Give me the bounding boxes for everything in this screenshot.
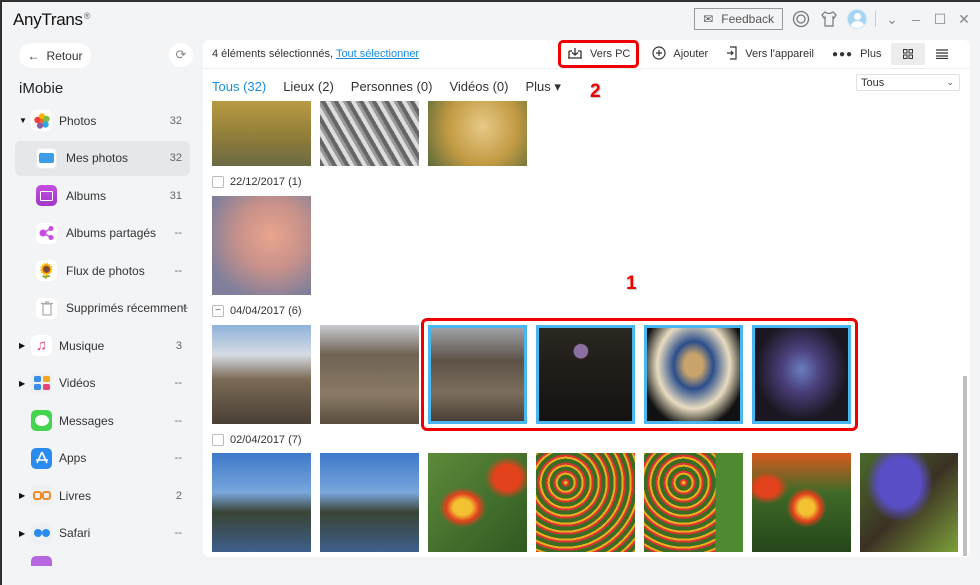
divider	[875, 11, 876, 27]
photo-stream-icon: 🌻	[36, 260, 57, 282]
photo-thumbnail[interactable]	[428, 453, 527, 552]
avatar[interactable]	[847, 9, 867, 29]
group-checkbox[interactable]: −	[212, 305, 224, 317]
tab-places[interactable]: Lieux (2)	[283, 79, 334, 95]
list-view-button[interactable]	[925, 43, 959, 65]
to-device-button[interactable]: Vers l'appareil	[717, 41, 823, 67]
sidebar-item-photos[interactable]: ▼ Photos 32	[2, 102, 202, 140]
export-to-pc-icon	[567, 47, 583, 62]
feedback-button[interactable]: ✉ Feedback	[694, 8, 783, 30]
sidebar-item-my-photos[interactable]: Mes photos 32	[2, 140, 202, 178]
expand-arrow-icon[interactable]: ▼	[19, 116, 27, 125]
date-group-header: 02/04/2017 (7)	[212, 434, 302, 446]
app-title: AnyTrans®	[13, 10, 91, 29]
sidebar-item-shared-albums[interactable]: Albums partagés --	[2, 215, 202, 253]
sidebar-item-messages[interactable]: Messages --	[2, 402, 202, 440]
podcasts-icon	[31, 556, 52, 566]
mail-icon: ✉	[703, 12, 714, 26]
sidebar-item-videos[interactable]: ▶ Vidéos --	[2, 365, 202, 403]
menu-chevron-icon[interactable]: ⌄	[884, 11, 900, 28]
toolbar: 4 éléments sélectionnés, Tout sélectionn…	[203, 40, 970, 69]
albums-icon	[36, 185, 57, 207]
sidebar-item-music[interactable]: ▶ ♫ Musique 3	[2, 327, 202, 365]
group-checkbox[interactable]	[212, 176, 224, 188]
expand-arrow-icon[interactable]: ▶	[19, 341, 25, 350]
sidebar-item-photo-stream[interactable]: 🌻 Flux de photos --	[2, 252, 202, 290]
to-device-icon	[726, 45, 738, 63]
minimize-icon[interactable]: –	[908, 11, 924, 27]
sidebar-item-partial[interactable]	[2, 552, 202, 566]
sidebar-nav: ▼ Photos 32 Mes photos 32 Albums 31 Albu…	[2, 102, 202, 566]
sidebar-item-books[interactable]: ▶ Livres 2	[2, 477, 202, 515]
photo-thumbnail[interactable]	[860, 453, 958, 552]
videos-icon	[31, 372, 52, 394]
list-view-icon	[935, 49, 948, 59]
feedback-label: Feedback	[721, 12, 774, 26]
annotation-label: 2	[590, 81, 601, 102]
grid-view-button[interactable]	[890, 43, 925, 65]
photo-thumbnail[interactable]	[320, 101, 419, 166]
maximize-icon[interactable]: ☐	[932, 11, 948, 28]
main-panel: 4 éléments sélectionnés, Tout sélectionn…	[203, 40, 970, 557]
messages-icon	[31, 410, 52, 432]
books-icon	[31, 485, 52, 507]
photo-thumbnail[interactable]	[644, 453, 743, 552]
annotation-label: 1	[626, 273, 637, 294]
group-checkbox[interactable]	[212, 434, 224, 446]
shared-albums-icon	[36, 222, 57, 244]
arrow-left-icon: ←	[27, 48, 40, 63]
back-button[interactable]: ← Retour	[19, 43, 91, 68]
sidebar-item-safari[interactable]: ▶ Safari --	[2, 515, 202, 553]
support-icon[interactable]	[791, 9, 811, 29]
grid-view-icon	[902, 49, 913, 59]
photo-thumbnail[interactable]	[320, 453, 419, 552]
photo-thumbnail[interactable]	[428, 101, 527, 166]
tab-people[interactable]: Personnes (0)	[351, 79, 433, 95]
my-photos-icon	[36, 147, 57, 169]
expand-arrow-icon[interactable]: ▶	[19, 491, 25, 500]
photo-thumbnail[interactable]	[752, 453, 851, 552]
category-tabs: Tous (32) Lieux (2) Personnes (0) Vidéos…	[212, 79, 561, 95]
tab-videos[interactable]: Vidéos (0)	[449, 79, 508, 95]
expand-arrow-icon[interactable]: ▶	[19, 379, 25, 388]
refresh-icon[interactable]: ⟳	[169, 43, 193, 67]
date-group-header: − 04/04/2017 (6)	[212, 305, 302, 317]
select-all-link[interactable]: Tout sélectionner	[336, 48, 419, 60]
expand-arrow-icon[interactable]: ▶	[19, 529, 25, 538]
chevron-down-icon: ⌄	[946, 77, 954, 87]
photo-thumbnail[interactable]	[320, 325, 419, 424]
plus-circle-icon	[652, 45, 666, 63]
to-pc-button[interactable]: Vers PC	[558, 40, 640, 68]
sidebar-item-recently-deleted[interactable]: Supprimés récemment --	[2, 290, 202, 328]
photo-thumbnail[interactable]	[212, 325, 311, 424]
close-icon[interactable]: ✕	[956, 11, 972, 28]
more-button[interactable]: ●●● Plus	[823, 41, 891, 67]
photo-thumbnail[interactable]	[212, 196, 311, 295]
tab-all[interactable]: Tous (32)	[212, 79, 266, 95]
sidebar-item-albums[interactable]: Albums 31	[2, 177, 202, 215]
selection-highlight-box	[421, 318, 858, 431]
filter-select[interactable]: Tous ⌄	[856, 74, 960, 91]
app-window: AnyTrans® ✉ Feedback ⌄ – ☐ ✕ ← Retour ⟳ …	[1, 1, 980, 585]
apps-icon	[31, 447, 52, 469]
tab-more[interactable]: Plus ▾	[525, 79, 560, 95]
selection-info: 4 éléments sélectionnés, Tout sélectionn…	[212, 48, 420, 60]
scrollbar[interactable]	[963, 376, 967, 556]
photos-icon	[31, 110, 52, 132]
photo-grid: 22/12/2017 (1) − 04/04/2017 (6) 02/04/20…	[203, 101, 958, 557]
sidebar-item-apps[interactable]: Apps --	[2, 440, 202, 478]
photo-thumbnail[interactable]	[212, 101, 311, 166]
more-dots-icon: ●●●	[831, 48, 854, 60]
music-icon: ♫	[31, 335, 52, 357]
device-name: iMobie	[19, 80, 64, 97]
sidebar: ← Retour ⟳ iMobie ▼ Photos 32 Mes photos…	[2, 36, 202, 585]
add-button[interactable]: Ajouter	[643, 41, 717, 67]
safari-icon	[31, 522, 52, 544]
skin-icon[interactable]	[819, 9, 839, 29]
back-label: Retour	[46, 48, 83, 63]
trash-icon	[36, 297, 57, 319]
photo-thumbnail[interactable]	[536, 453, 635, 552]
date-group-header: 22/12/2017 (1)	[212, 176, 302, 188]
photo-thumbnail[interactable]	[212, 453, 311, 552]
